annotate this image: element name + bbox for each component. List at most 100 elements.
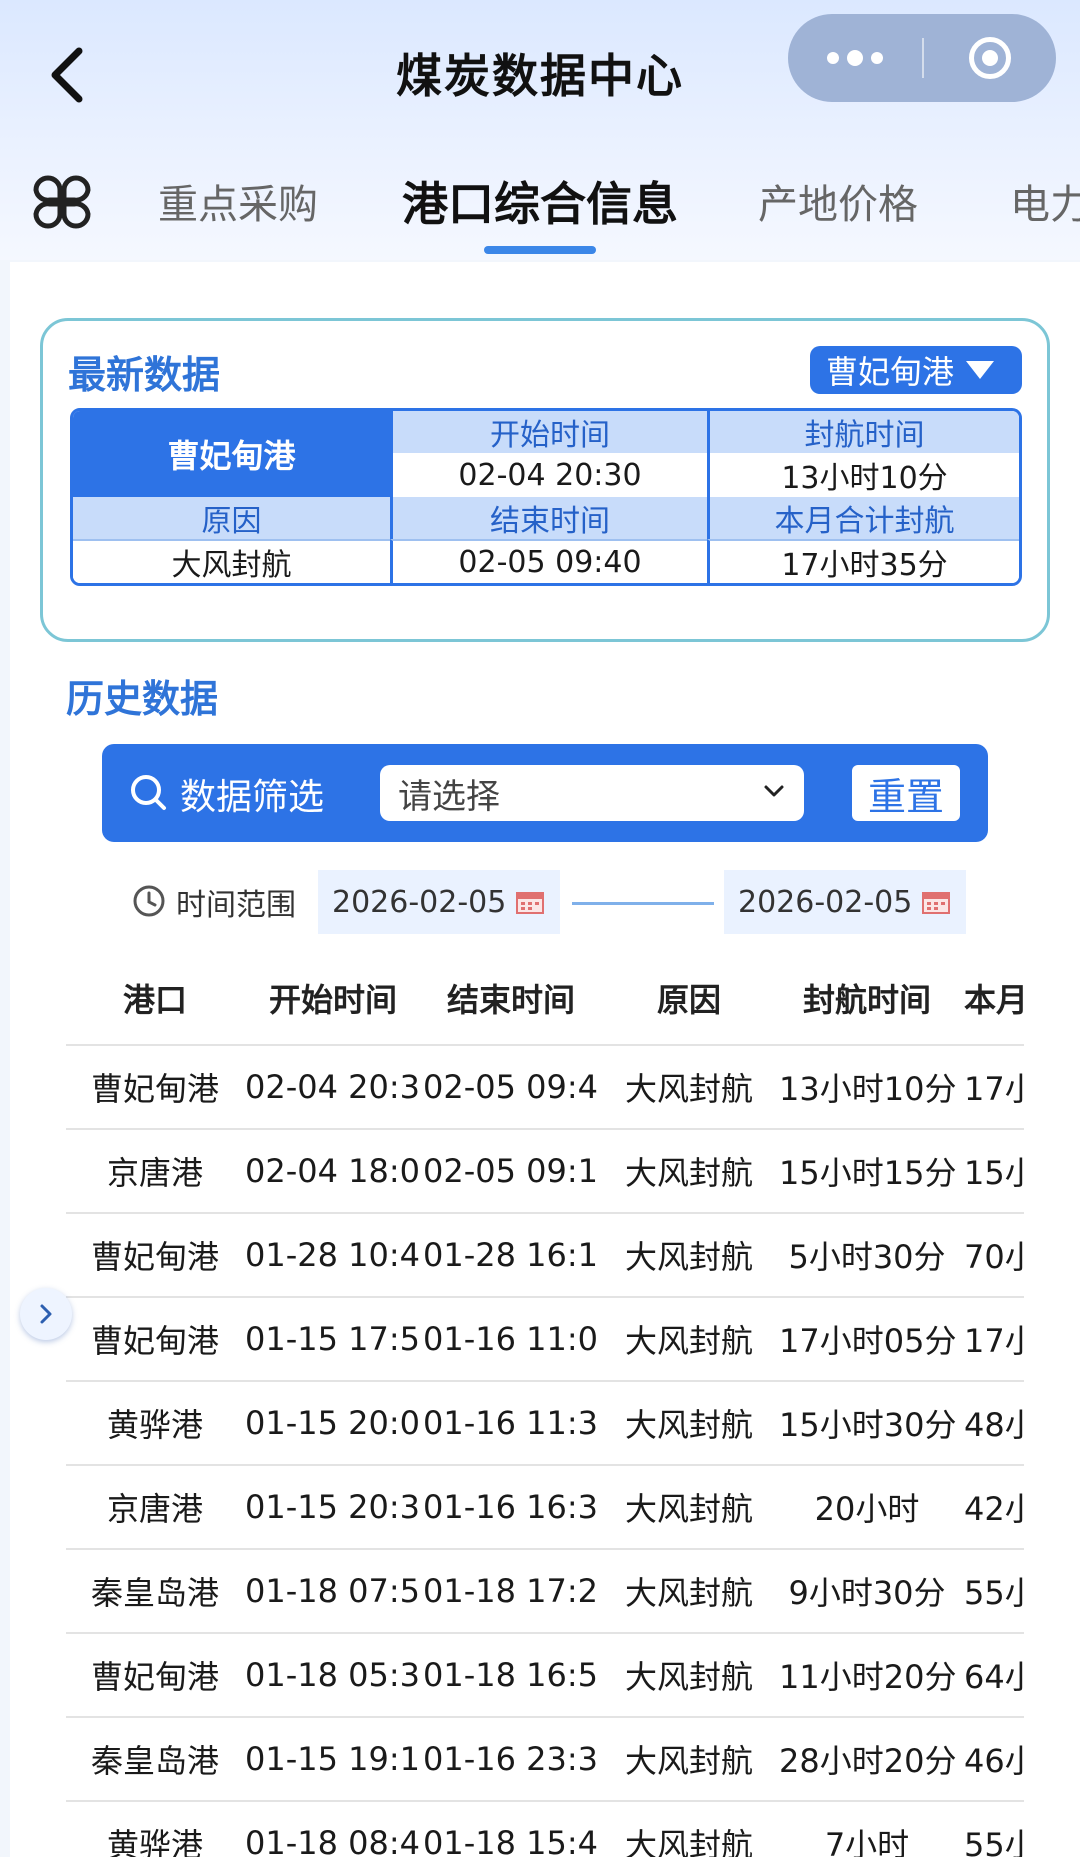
cell-start: 01-15 19:10 [244, 1716, 422, 1801]
cell-reason: 大风封航 [600, 1800, 778, 1857]
cell-end: 02-05 09:15 [422, 1128, 600, 1213]
cell-reason: 大风封航 [600, 1296, 778, 1381]
history-data-title: 历史数据 [66, 677, 219, 721]
cell-start: 01-18 08:40 [244, 1800, 422, 1857]
chevron-down-icon [764, 785, 784, 797]
cell-port: 秦皇岛港 [66, 1716, 244, 1801]
date-from-input[interactable]: 2026-02-05 [318, 870, 560, 934]
cell-start: 01-15 20:30 [244, 1464, 422, 1549]
expand-side-button[interactable] [20, 1288, 72, 1340]
close-target-icon [969, 37, 1011, 79]
date-to-input[interactable]: 2026-02-05 [724, 870, 966, 934]
cell-month: 55小时 [956, 1800, 1024, 1857]
cell-port: 曹妃甸港 [66, 1044, 244, 1129]
cell-port: 京唐港 [66, 1128, 244, 1213]
clock-icon [133, 885, 165, 917]
col-month-total: 本月 [964, 981, 1024, 1019]
cell-duration: 28小时20分 [778, 1716, 956, 1801]
cell-port: 京唐港 [66, 1464, 244, 1549]
history-table: 港口 开始时间 结束时间 原因 封航时间 本月 曹妃甸港 02-04 20:30 0… [66, 952, 1024, 1857]
cell-duration: 13小时10分 [778, 1044, 956, 1129]
mini-program-capsule [788, 14, 1056, 102]
port-select-dropdown[interactable]: 曹妃甸港 [810, 346, 1022, 394]
cell-duration: 7小时 [778, 1800, 956, 1857]
tab-key-purchase[interactable]: 重点采购 [158, 172, 318, 230]
table-row: 曹妃甸港01-18 05:3001-18 16:50大风封航11小时20分64小… [66, 1632, 1024, 1717]
end-time-value: 02-05 09:40 [390, 539, 707, 583]
tab-origin-price[interactable]: 产地价格 [758, 172, 918, 230]
cell-duration: 20小时 [778, 1464, 956, 1549]
cell-duration: 11小时20分 [778, 1632, 956, 1717]
col-end-time: 结束时间 [446, 981, 575, 1019]
close-duration-value: 13小时10分 [707, 453, 1019, 497]
col-close-duration: 封航时间 [802, 981, 931, 1019]
cell-end: 01-16 11:00 [422, 1296, 600, 1381]
cell-port: 曹妃甸港 [66, 1212, 244, 1297]
cell-reason: 大风封航 [600, 1716, 778, 1801]
col-reason: 原因 [656, 981, 721, 1019]
cell-end: 01-18 16:50 [422, 1632, 600, 1717]
cell-duration: 5小时30分 [778, 1212, 956, 1297]
cell-month: 15小时15分 [956, 1128, 1024, 1213]
cell-month: 64小时 [956, 1632, 1024, 1717]
close-duration-label: 封航时间 [707, 411, 1019, 453]
table-row: 曹妃甸港01-28 10:4501-28 16:15大风封航5小时30分70小时 [66, 1212, 1024, 1297]
latest-data-title: 最新数据 [68, 353, 221, 397]
cell-duration: 9小时30分 [778, 1548, 956, 1633]
date-range-separator [572, 902, 714, 905]
latest-port-name: 曹妃甸港 [73, 411, 390, 497]
col-port: 港口 [122, 981, 187, 1019]
dropdown-triangle-icon [966, 361, 995, 379]
cell-port: 黄骅港 [66, 1380, 244, 1465]
table-row: 曹妃甸港01-15 17:5501-16 11:00大风封航17小时05分17小… [66, 1296, 1024, 1381]
cell-start: 02-04 20:30 [244, 1044, 422, 1129]
cell-reason: 大风封航 [600, 1632, 778, 1717]
tab-port-info[interactable]: 港口综合信息 [402, 168, 678, 234]
cell-end: 01-16 11:30 [422, 1380, 600, 1465]
cell-start: 01-18 07:50 [244, 1548, 422, 1633]
grid-menu-icon[interactable] [30, 170, 94, 234]
cell-end: 01-16 23:30 [422, 1716, 600, 1801]
latest-data-table: 曹妃甸港 开始时间 封航时间 02-04 20:30 13小时10分 原因 结束… [70, 408, 1022, 586]
cell-duration: 15小时15分 [778, 1128, 956, 1213]
cell-month: 42小时 [956, 1464, 1024, 1549]
start-time-label: 开始时间 [390, 411, 707, 453]
more-dots-icon [827, 52, 839, 64]
cell-reason: 大风封航 [600, 1044, 778, 1129]
close-button[interactable] [924, 14, 1056, 102]
end-time-label: 结束时间 [390, 497, 707, 539]
filter-select[interactable]: 请选择 [380, 765, 804, 821]
cell-reason: 大风封航 [600, 1464, 778, 1549]
filter-label: 数据筛选 [180, 777, 325, 818]
history-table-scroll[interactable]: 港口 开始时间 结束时间 原因 封航时间 本月 曹妃甸港 02-04 20:30 0… [66, 952, 1024, 1857]
cell-start: 01-28 10:45 [244, 1212, 422, 1297]
history-header-row: 港口 开始时间 结束时间 原因 封航时间 本月 [66, 952, 1024, 1045]
cell-reason: 大风封航 [600, 1548, 778, 1633]
table-row: 秦皇岛港01-15 19:1001-16 23:30大风封航28小时20分46小… [66, 1716, 1024, 1801]
table-row: 曹妃甸港02-04 20:3002-05 09:40大风封航13小时10分17小… [66, 1044, 1024, 1129]
month-total-value: 17小时35分 [707, 539, 1019, 583]
cell-reason: 大风封航 [600, 1212, 778, 1297]
cell-reason: 大风封航 [600, 1380, 778, 1465]
month-total-label: 本月合计封航 [707, 497, 1019, 539]
cell-reason: 大风封航 [600, 1128, 778, 1213]
more-button[interactable] [788, 14, 922, 102]
cell-month: 48小时 [956, 1380, 1024, 1465]
cell-month: 17小时05分 [956, 1296, 1024, 1381]
tab-power[interactable]: 电力 [1010, 172, 1080, 230]
date-from-value: 2026-02-05 [332, 884, 507, 920]
col-start-time: 开始时间 [268, 981, 397, 1019]
reason-label: 原因 [73, 497, 390, 539]
top-header: 煤炭数据中心 重点采购 港口综合信息 产地价格 电力 [0, 0, 1080, 260]
cell-duration: 17小时05分 [778, 1296, 956, 1381]
table-row: 京唐港01-15 20:3001-16 16:30大风封航20小时42小时 [66, 1464, 1024, 1549]
cell-end: 01-18 15:40 [422, 1800, 600, 1857]
reset-button[interactable]: 重置 [852, 765, 960, 821]
cell-month: 55小时 [956, 1548, 1024, 1633]
cell-duration: 15小时30分 [778, 1380, 956, 1465]
table-row: 黄骅港01-15 20:0001-16 11:30大风封航15小时30分48小时 [66, 1380, 1024, 1465]
cell-end: 01-16 16:30 [422, 1464, 600, 1549]
cell-port: 秦皇岛港 [66, 1548, 244, 1633]
cell-port: 黄骅港 [66, 1800, 244, 1857]
filter-placeholder: 请选择 [398, 776, 500, 817]
